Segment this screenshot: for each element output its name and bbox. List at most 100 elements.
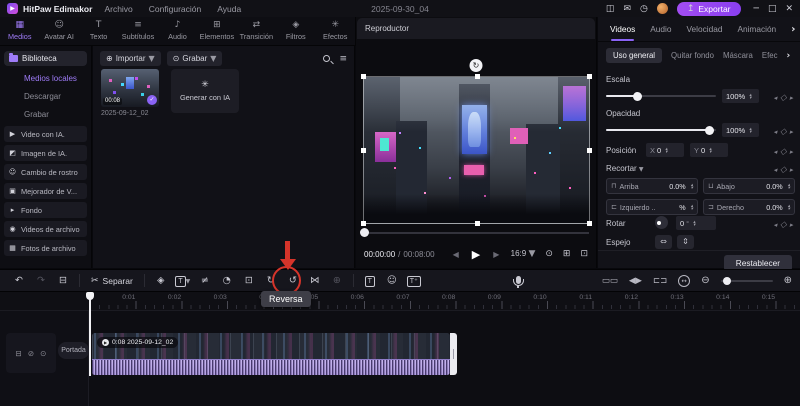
crop-icon[interactable]: ⊡ [238,275,260,286]
sidebar-tool[interactable]: ▸ Fondo [4,202,87,218]
history-icon[interactable]: ◷ [640,4,648,14]
record-button[interactable]: ⊙ Grabar ▼ [166,51,223,66]
keyframe-controls[interactable]: ◂ ◇ ▸ [773,126,793,137]
keyframe-controls[interactable]: ◂ ◇ ▸ [773,92,793,103]
microphone-icon[interactable] [512,275,524,288]
keyframe-controls[interactable]: ◂ ◇ ▸ [773,219,793,230]
sidebar-tool[interactable]: ◩ Imagen de IA. [4,145,87,161]
zoom-out-icon[interactable]: ⊖ [701,275,709,286]
rotate-value-box[interactable]: 0 ° ▴ ▾ [676,216,716,230]
next-frame-icon[interactable]: ▶ [493,250,499,259]
waveform-view-icon[interactable]: ◀▶ [629,276,642,286]
generate-ai-card[interactable]: ✳ Generar con IA [171,69,239,113]
text-recognition-icon[interactable]: T⁺ [403,275,425,287]
motion-tracking-icon[interactable]: ⊕ [326,275,348,286]
rotate-dial[interactable] [655,216,668,229]
face-tool-icon[interactable]: ☺ [381,275,403,286]
selection-handle-se[interactable] [587,221,592,226]
selection-handle-w[interactable] [361,148,366,153]
stepper-icon[interactable]: ▴ ▾ [665,146,667,154]
position-y-field[interactable]: Y 0 ▴ ▾ [690,143,728,157]
properties-subtab[interactable]: Uso general [606,48,663,63]
ribbon-tab[interactable]: ✳ Efectos [316,17,355,45]
sidebar-tool[interactable]: ▦ Fotos de archivo [4,240,87,256]
stepper-icon[interactable]: ▴ ▾ [749,92,751,100]
hide-track-icon[interactable]: ⊘ [28,349,34,358]
scale-value-box[interactable]: 100% ▴ ▾ [722,89,759,103]
playhead-line[interactable] [89,299,91,376]
maximize-icon[interactable]: □ [768,4,777,14]
properties-tab[interactable]: Videos [610,24,635,41]
properties-subtab[interactable]: Efec [762,51,778,60]
speed-icon[interactable]: ◔ [216,275,238,286]
library-item[interactable]: Descargar [0,87,91,105]
stepper-icon[interactable]: ▴ ▾ [691,203,693,211]
avatar[interactable] [656,3,668,14]
ribbon-tab[interactable]: T Texto [79,17,118,45]
play-icon[interactable]: ▶ [472,248,480,261]
clip-trim-handle-right[interactable] [450,333,457,375]
selection-handle-ne[interactable] [587,74,592,79]
properties-subtab[interactable]: Máscara [723,51,753,60]
opacity-value-box[interactable]: 100% ▴ ▾ [722,123,759,137]
undo-icon[interactable]: ↶ [8,275,30,286]
ribbon-tab[interactable]: ▦ Medios [0,17,39,45]
scrubber-knob[interactable] [360,228,369,237]
player-scrubber[interactable] [363,232,589,234]
track-height-icon[interactable]: ⊏⊐ [653,276,667,286]
sidebar-tool[interactable]: ☺ Cambio de rostro [4,164,87,180]
menu-configuracion[interactable]: Configuración [149,4,201,14]
sidebar-tool[interactable]: ▶ Video con IA. [4,126,87,142]
marker-icon[interactable]: ◈ [150,275,172,286]
properties-tab[interactable]: Velocidad [686,24,722,34]
stepper-icon[interactable]: ▴ ▾ [693,219,695,227]
feedback-icon[interactable]: ✉ [623,4,631,14]
selection-handle-s[interactable] [474,221,480,226]
split-button[interactable]: ✂ Separar [91,276,133,286]
crop-field[interactable]: ⊏ Izquierdo .. % ▴ ▾ [606,199,698,215]
scale-slider[interactable] [606,91,716,101]
delete-track-icon[interactable]: ⊟ [16,349,22,358]
sidebar-item-biblioteca[interactable]: Biblioteca [4,51,87,66]
zoom-in-icon[interactable]: ⊕ [784,275,792,286]
export-button[interactable]: ↥ Exportar [676,1,741,16]
ribbon-tab[interactable]: ◈ Filtros [276,17,315,45]
previous-frame-icon[interactable]: ◀ [453,250,459,259]
chevron-right-icon[interactable]: › [791,24,795,35]
properties-tab[interactable]: Audio [650,24,671,34]
selection-handle-e[interactable] [587,148,592,153]
delete-icon[interactable]: ⊟ [52,275,74,286]
crop-field[interactable]: ⊔ Abajo 0.0% ▴ ▾ [703,178,795,194]
rotate-selection-handle[interactable]: ↻ [469,59,483,72]
ribbon-tab[interactable]: ⇄ Transición [237,17,276,45]
stepper-icon[interactable]: ▴ ▾ [749,126,751,134]
clip-view-icon[interactable]: ▭▭ [602,276,618,286]
selection-handle-sw[interactable] [361,221,366,226]
fit-timeline-icon[interactable]: ↔ [678,274,691,287]
flip-horizontal-icon[interactable]: ⇔ [655,235,672,249]
ribbon-tab[interactable]: ☺ Avatar AI [39,17,78,45]
snapshot-icon[interactable]: ⊙ [545,249,553,259]
cover-button[interactable]: Portada [58,342,89,359]
search-icon[interactable] [323,55,331,62]
media-thumbnail[interactable]: 00:08 ✓ [101,69,159,107]
mirror-icon[interactable]: ⋈ [304,275,326,286]
menu-archivo[interactable]: Archivo [104,4,132,14]
keyframe-controls[interactable]: ◂ ◇ ▸ [773,164,793,175]
video-selection[interactable] [361,74,592,226]
flip-vertical-icon[interactable]: ⇕ [677,235,694,249]
aspect-ratio-select[interactable]: 16:9 ▼ [511,249,536,259]
position-x-field[interactable]: X 0 ▴ ▾ [646,143,684,157]
stepper-icon[interactable]: ▴ ▾ [709,146,711,154]
ribbon-tab[interactable]: ♪ Audio [158,17,197,45]
list-view-icon[interactable]: ≡ [339,54,347,64]
remove-segment-icon[interactable]: ≠ [194,275,216,286]
grid-icon[interactable]: ⊞ [563,249,571,259]
ribbon-tab[interactable]: ⊞ Elementos [197,17,236,45]
redo-icon[interactable]: ↷ [30,275,52,286]
layout-icon[interactable]: ◫ [606,4,615,14]
properties-tab[interactable]: Animación [737,24,776,34]
selection-handle-n[interactable] [474,74,480,79]
timeline-clip[interactable]: ▶ 0:08 2025-09-12_02 [92,333,450,375]
opacity-slider[interactable] [606,125,716,135]
